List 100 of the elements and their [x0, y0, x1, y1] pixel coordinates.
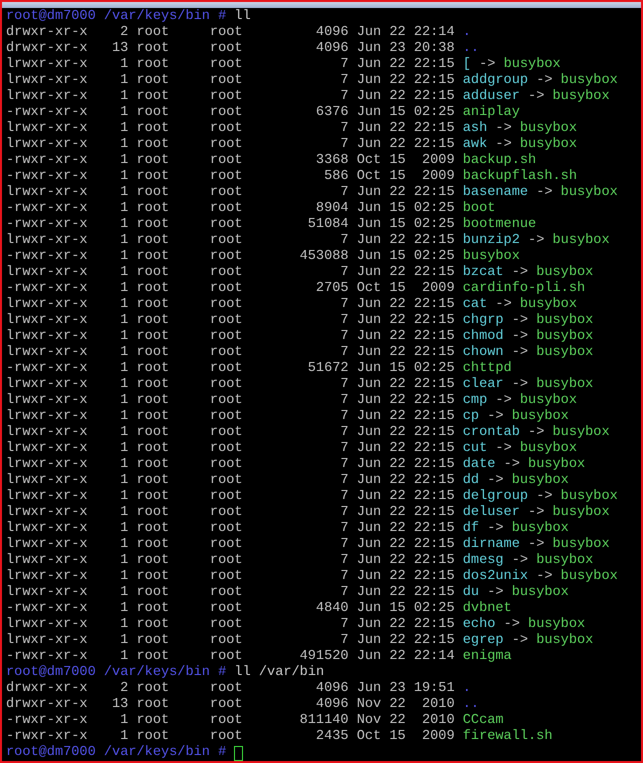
file-name: busybox [462, 249, 520, 265]
owner-text: root [136, 57, 170, 73]
modified-date: Jun 22 22:15 [356, 345, 455, 361]
file-size: 7 [339, 137, 349, 153]
permissions-text: lrwxr-xr-x [6, 537, 88, 553]
permissions-text: lrwxr-xr-x [6, 441, 88, 457]
link-target: busybox [512, 409, 569, 425]
modified-date: Jun 22 22:15 [356, 425, 455, 441]
file-size: 7 [339, 393, 349, 409]
modified-date: Jun 22 22:15 [356, 441, 455, 457]
permissions-text: -rwxr-xr-x [6, 729, 88, 745]
link-count: 1 [119, 265, 128, 281]
owner-text: root [136, 137, 170, 153]
link-arrow: -> [528, 505, 544, 521]
link-target: busybox [536, 377, 594, 393]
group-text: root [210, 377, 244, 393]
permissions-text: lrwxr-xr-x [6, 393, 88, 409]
link-count: 1 [119, 313, 128, 329]
link-arrow: -> [536, 185, 553, 201]
modified-date: Jun 22 22:15 [356, 57, 455, 73]
file-size: 7 [339, 265, 349, 281]
permissions-text: drwxr-xr-x [6, 41, 88, 57]
link-count: 1 [119, 201, 128, 217]
group-text: root [210, 201, 244, 217]
link-count: 2 [119, 25, 128, 41]
link-count: 2 [119, 681, 128, 697]
link-target: busybox [552, 537, 610, 553]
link-arrow: -> [536, 489, 553, 505]
modified-date: Jun 22 22:15 [356, 569, 455, 585]
file-size: 7 [339, 553, 349, 569]
owner-text: root [136, 601, 170, 617]
link-count: 1 [119, 249, 128, 265]
file-name: chgrp [462, 313, 504, 329]
modified-date: Jun 22 22:15 [356, 377, 455, 393]
link-arrow: -> [512, 265, 528, 281]
link-count: 1 [119, 649, 128, 665]
link-arrow: -> [512, 313, 528, 329]
owner-text: root [136, 25, 170, 41]
file-name: aniplay [462, 105, 520, 121]
owner-text: root [136, 265, 170, 281]
file-size: 7 [339, 441, 349, 457]
file-name: . [462, 25, 471, 41]
file-size: 7 [339, 585, 349, 601]
link-count: 1 [119, 585, 128, 601]
file-size: 7 [339, 233, 349, 249]
group-text: root [210, 713, 244, 729]
group-text: root [210, 393, 244, 409]
group-text: root [210, 185, 244, 201]
link-count: 1 [119, 441, 128, 457]
file-size: 3368 [314, 153, 349, 169]
group-text: root [210, 521, 244, 537]
owner-text: root [136, 553, 170, 569]
group-text: root [210, 137, 244, 153]
link-arrow: -> [528, 425, 544, 441]
permissions-text: lrwxr-xr-x [6, 297, 88, 313]
group-text: root [210, 25, 244, 41]
file-size: 7 [339, 521, 349, 537]
modified-date: Jun 22 22:15 [356, 393, 455, 409]
link-target: busybox [536, 553, 594, 569]
permissions-text: lrwxr-xr-x [6, 617, 88, 633]
link-target: busybox [504, 57, 561, 73]
link-arrow: -> [536, 73, 553, 89]
permissions-text: lrwxr-xr-x [6, 553, 88, 569]
group-text: root [210, 329, 244, 345]
owner-text: root [136, 633, 170, 649]
link-arrow: -> [528, 89, 544, 105]
file-name: bunzip2 [462, 233, 520, 249]
file-size: 7 [339, 345, 349, 361]
permissions-text: lrwxr-xr-x [6, 233, 88, 249]
group-text: root [210, 233, 244, 249]
file-name: CCcam [462, 713, 504, 729]
modified-date: Jun 22 22:14 [356, 25, 455, 41]
file-name: crontab [462, 425, 520, 441]
owner-text: root [136, 153, 170, 169]
file-name: cardinfo-pli.sh [462, 281, 586, 297]
owner-text: root [136, 377, 170, 393]
modified-date: Jun 15 02:25 [356, 217, 455, 233]
link-count: 1 [119, 553, 128, 569]
permissions-text: lrwxr-xr-x [6, 633, 88, 649]
file-size: 6376 [314, 105, 349, 121]
link-count: 1 [119, 57, 128, 73]
link-target: busybox [552, 425, 610, 441]
file-name: dd [462, 473, 480, 489]
modified-date: Jun 22 22:15 [356, 489, 455, 505]
file-size: 2435 [314, 729, 349, 745]
owner-text: root [136, 345, 170, 361]
file-name: du [462, 585, 480, 601]
modified-date: Jun 15 02:25 [356, 601, 455, 617]
owner-text: root [136, 361, 170, 377]
modified-date: Jun 22 22:15 [356, 185, 455, 201]
link-count: 1 [119, 425, 128, 441]
file-name: addgroup [462, 73, 528, 89]
modified-date: Jun 22 22:15 [356, 553, 455, 569]
owner-text: root [136, 585, 170, 601]
modified-date: Jun 23 19:51 [356, 681, 455, 697]
file-name: awk [462, 137, 488, 153]
group-text: root [210, 169, 244, 185]
file-size: 7 [339, 409, 349, 425]
link-count: 1 [119, 537, 128, 553]
file-size: 2705 [314, 281, 349, 297]
